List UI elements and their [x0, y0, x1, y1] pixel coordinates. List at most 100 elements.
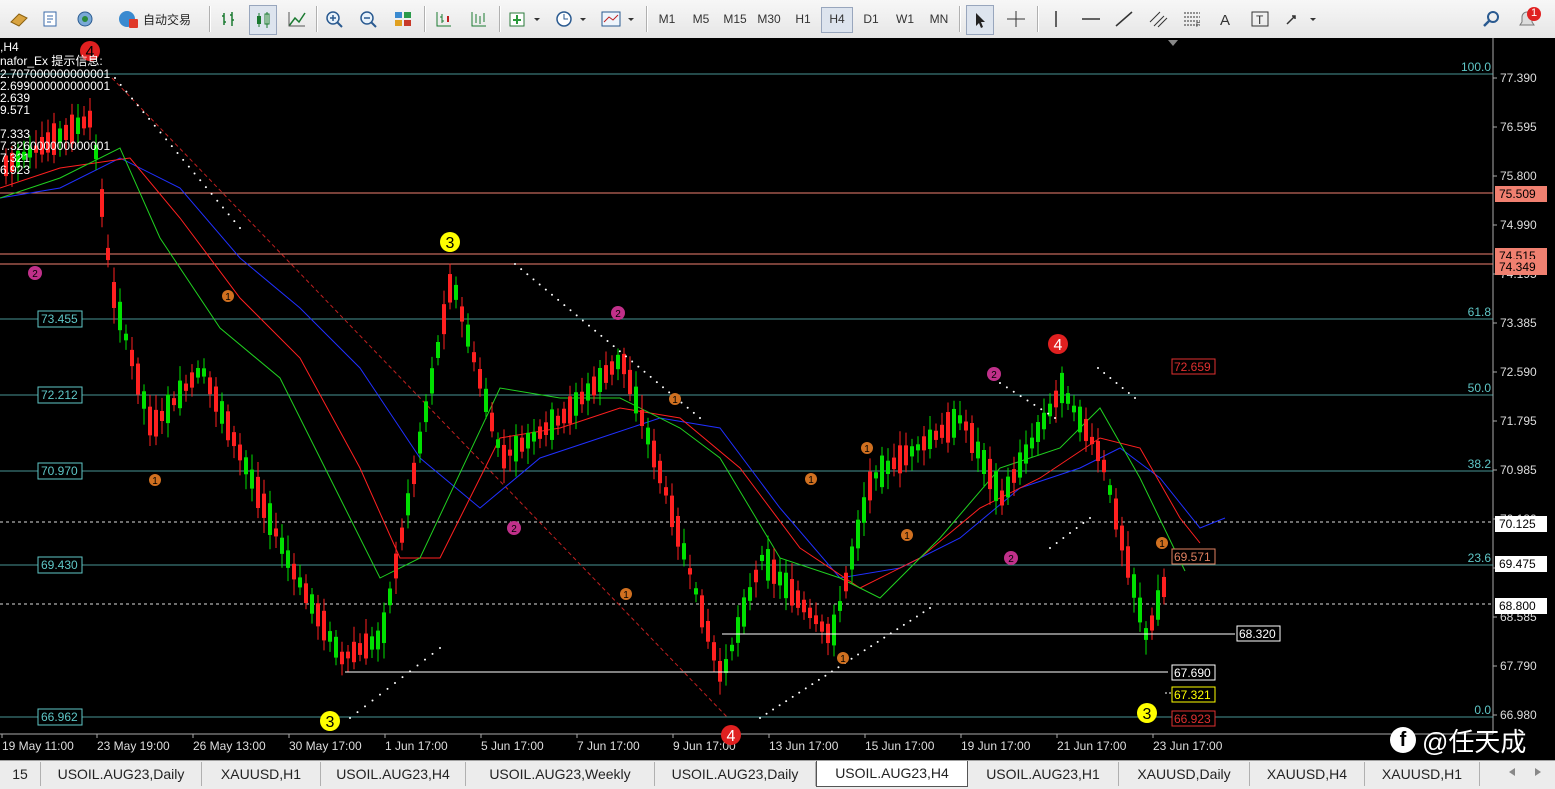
- sar-dot: [439, 647, 441, 649]
- candle-body: [988, 458, 992, 490]
- sar-dot: [909, 619, 912, 622]
- cursor-icon[interactable]: [966, 5, 994, 35]
- equidistant-channel-icon[interactable]: [1145, 5, 1171, 33]
- sar-dot: [883, 636, 886, 639]
- timeframe-mn[interactable]: MN: [924, 7, 954, 31]
- candle-body: [778, 571, 782, 586]
- sar-dot: [863, 649, 866, 652]
- fibonacci-icon[interactable]: F: [1179, 5, 1205, 33]
- fib-price-label: 70.970: [41, 464, 78, 478]
- sar-dot: [575, 314, 578, 317]
- timeframe-d1[interactable]: D1: [856, 7, 886, 31]
- sar-dot: [1033, 403, 1036, 406]
- candle-body: [496, 439, 500, 448]
- timeframe-h1[interactable]: H1: [788, 7, 818, 31]
- chart-tab[interactable]: USOIL.AUG23,H4: [321, 762, 466, 786]
- search-icon[interactable]: [1479, 5, 1505, 33]
- chart-tab[interactable]: XAUUSD,Daily: [1119, 762, 1250, 786]
- timeframe-w1[interactable]: W1: [890, 7, 920, 31]
- candle-body: [208, 377, 212, 395]
- horizontal-line-icon[interactable]: [1078, 5, 1104, 33]
- candle-body: [160, 410, 164, 422]
- periods-dropdown[interactable]: [551, 5, 591, 33]
- text-tool-icon[interactable]: A: [1213, 5, 1239, 33]
- candle-body: [520, 437, 524, 452]
- auto-scroll-icon[interactable]: [466, 5, 492, 33]
- chart-shift-icon[interactable]: [431, 5, 457, 33]
- market-watch-icon[interactable]: [38, 5, 64, 33]
- candle-body: [760, 554, 764, 562]
- zoom-in-icon[interactable]: [322, 5, 348, 33]
- chart-tab[interactable]: USOIL.AUG23,Weekly: [466, 762, 655, 786]
- chart-tab[interactable]: USOIL.AUG23,Daily: [41, 762, 202, 786]
- price-axis-label: 73.385: [1500, 316, 1537, 330]
- timeframe-h4[interactable]: H4: [821, 7, 853, 33]
- chart-tab-active[interactable]: USOIL.AUG23,H4: [816, 761, 968, 787]
- candle-body: [202, 368, 206, 377]
- candle-body: [838, 601, 842, 611]
- vertical-line-icon[interactable]: [1043, 5, 1069, 33]
- candle-body: [1096, 440, 1100, 462]
- price-axis-marker-label: 75.509: [1499, 187, 1536, 201]
- fib-level-pct: 38.2: [1468, 457, 1492, 471]
- timeframe-m30[interactable]: M30: [754, 7, 784, 31]
- candle-body: [226, 411, 230, 441]
- timeframe-m1[interactable]: M1: [652, 7, 682, 31]
- crosshair-icon[interactable]: [1003, 5, 1029, 33]
- candle-body: [322, 610, 326, 641]
- navigator-icon[interactable]: [72, 5, 98, 33]
- candle-body: [178, 380, 182, 409]
- candle-body: [856, 519, 860, 549]
- fib-level-pct: 0.0: [1474, 703, 1491, 717]
- arrows-dropdown[interactable]: [1282, 5, 1320, 33]
- new-order-icon[interactable]: [6, 5, 32, 33]
- line-chart-icon[interactable]: [284, 5, 310, 33]
- price-axis-label: 76.595: [1500, 120, 1537, 134]
- sar-dot: [424, 658, 426, 661]
- sar-dot: [929, 607, 931, 609]
- candle-body: [964, 421, 968, 431]
- chart-tabs: 15 USOIL.AUG23,Daily XAUUSD,H1 USOIL.AUG…: [0, 760, 1555, 789]
- sar-dot: [153, 124, 156, 127]
- timeframe-m5[interactable]: M5: [686, 7, 716, 31]
- candle-body: [388, 588, 392, 606]
- tab-scroll-left-icon[interactable]: [1500, 759, 1524, 785]
- time-axis-label: 23 Jun 17:00: [1153, 739, 1223, 753]
- sar-dot: [1012, 390, 1015, 393]
- chart-tab[interactable]: XAUUSD,H4: [1250, 762, 1365, 786]
- price-chart[interactable]: 77.39076.59575.80074.99074.19573.38572.5…: [0, 38, 1555, 760]
- tile-windows-icon[interactable]: [390, 5, 416, 33]
- text-label-icon[interactable]: T: [1247, 5, 1273, 33]
- candle-body: [928, 429, 932, 450]
- zoom-out-icon[interactable]: [356, 5, 382, 33]
- alerts-icon[interactable]: 1: [1513, 5, 1543, 33]
- sub-wave-label: 2: [615, 309, 621, 320]
- chart-tab[interactable]: USOIL.AUG23,Daily: [655, 762, 816, 786]
- sar-dot: [637, 365, 640, 368]
- candle-body: [526, 432, 530, 449]
- timeframe-m15[interactable]: M15: [720, 7, 750, 31]
- sar-dot: [1069, 532, 1071, 534]
- chart-tab[interactable]: XAUUSD,H1: [202, 762, 321, 786]
- tab-scroll-right-icon[interactable]: [1526, 759, 1550, 785]
- chart-tab[interactable]: USOIL.AUG23,H1: [968, 762, 1119, 786]
- sub-wave-label: 1: [904, 531, 910, 542]
- candle-body: [106, 247, 110, 261]
- candle-body: [772, 559, 776, 584]
- chart-tab[interactable]: XAUUSD,H1: [1365, 762, 1480, 786]
- auto-trading-button[interactable]: 自动交易: [106, 5, 202, 33]
- candle-body: [568, 396, 572, 424]
- sub-wave-label: 1: [1159, 539, 1165, 550]
- candle-body: [298, 577, 302, 588]
- indicators-dropdown[interactable]: [505, 5, 545, 33]
- candlestick-chart-icon[interactable]: [249, 5, 277, 35]
- bar-chart-icon[interactable]: [216, 5, 242, 33]
- candle-body: [196, 368, 200, 378]
- candle-body: [730, 644, 734, 652]
- templates-dropdown[interactable]: [597, 5, 639, 33]
- trendline-icon[interactable]: [1111, 5, 1137, 33]
- candle-body: [784, 572, 788, 599]
- candle-body: [310, 594, 314, 614]
- chart-tab[interactable]: 15: [0, 762, 41, 786]
- price-label-text: 72.659: [1174, 360, 1211, 374]
